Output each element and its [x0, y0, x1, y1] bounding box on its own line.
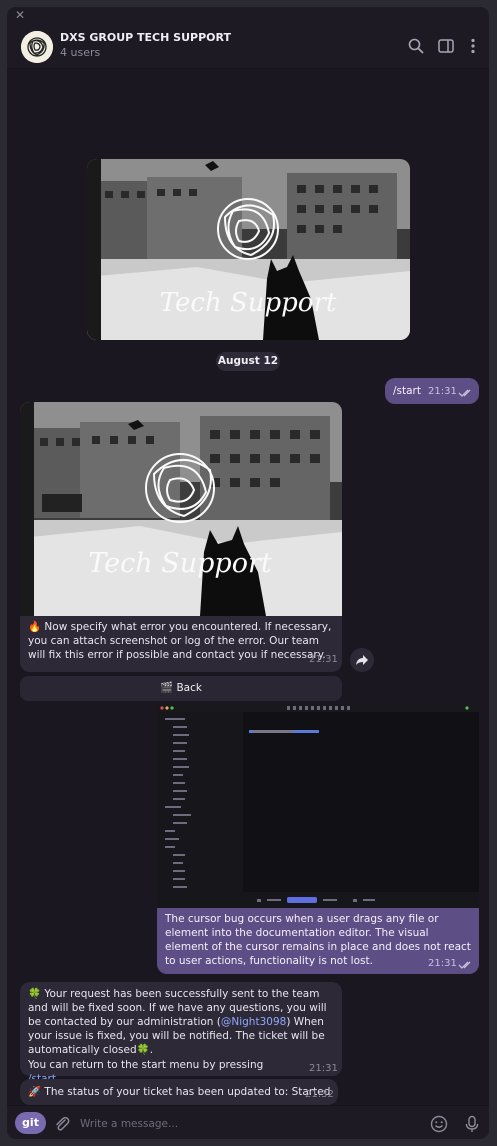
incoming-message-request-sent[interactable]: 🍀 Your request has been successfully sen…: [20, 982, 342, 1085]
message-time: 21:31: [428, 386, 457, 397]
admin-mention-link[interactable]: @Night3098: [221, 1016, 286, 1028]
clapper-icon: 🎬: [160, 682, 174, 694]
forward-icon: [356, 655, 368, 665]
clover-emoji-end: 🍀: [136, 1044, 150, 1056]
message-text: 🍀 Your request has been successfully sen…: [28, 988, 327, 1056]
banner-caption: Tech Support: [160, 288, 337, 318]
outgoing-message-start[interactable]: /start 21:31: [385, 378, 479, 404]
chat-title[interactable]: DXS GROUP TECH SUPPORT: [60, 31, 231, 44]
back-button-label: Back: [176, 682, 202, 694]
message-text: 🔥 Now specify what error you encountered…: [28, 621, 332, 661]
member-count: 4 users: [60, 46, 101, 59]
chat-header: DXS GROUP TECH SUPPORT 4 users: [7, 25, 489, 69]
incoming-message-status[interactable]: 🚀 The status of your ticket has been upd…: [20, 1079, 338, 1105]
message-list[interactable]: Tech Support August 12 /start 21:31 Tech…: [7, 69, 489, 1105]
read-checkmarks-icon: [458, 389, 471, 397]
message-composer: git: [7, 1105, 489, 1139]
welcome-banner-image[interactable]: Tech Support: [87, 159, 410, 340]
attach-icon[interactable]: [53, 1115, 71, 1133]
message-text: The cursor bug occurs when a user drags …: [165, 913, 471, 967]
message-time: 21:31: [309, 654, 338, 665]
message-time: 21:32: [305, 1089, 334, 1100]
fire-emoji: 🔥: [28, 621, 42, 633]
close-icon[interactable]: ✕: [15, 8, 25, 22]
read-checkmarks-icon: [458, 961, 471, 969]
message-time: 21:31: [309, 1063, 338, 1074]
telegram-window: ✕ DXS GROUP TECH SUPPORT 4 users Tech Su…: [6, 6, 490, 1140]
back-button[interactable]: 🎬 Back: [20, 676, 342, 701]
group-avatar[interactable]: [21, 31, 53, 63]
rocket-emoji: 🚀: [28, 1086, 42, 1098]
outgoing-message-cursor-bug[interactable]: The cursor bug occurs when a user drags …: [157, 908, 479, 974]
editor-screenshot-image[interactable]: [157, 704, 479, 908]
tech-support-image[interactable]: Tech Support: [20, 402, 342, 616]
message-text: /start: [393, 385, 421, 397]
incoming-message-specify-error[interactable]: Tech Support 🔥 Now specify what error yo…: [20, 402, 342, 672]
search-icon[interactable]: [407, 37, 425, 55]
logo-icon: [21, 31, 53, 63]
clover-emoji: 🍀: [28, 988, 42, 1000]
image-caption: Tech Support: [88, 548, 272, 579]
sidebar-toggle-icon[interactable]: [437, 37, 455, 55]
message-time: 21:31: [428, 958, 457, 969]
more-vertical-icon[interactable]: [464, 37, 482, 55]
git-bot-menu-button[interactable]: git: [15, 1112, 46, 1134]
microphone-icon[interactable]: [463, 1115, 481, 1133]
title-bar: ✕: [7, 7, 489, 25]
message-text: 🚀 The status of your ticket has been upd…: [28, 1086, 331, 1098]
emoji-icon[interactable]: [430, 1115, 448, 1133]
forward-button[interactable]: [350, 648, 374, 672]
date-separator: August 12: [216, 352, 280, 371]
message-input[interactable]: [80, 1113, 410, 1135]
